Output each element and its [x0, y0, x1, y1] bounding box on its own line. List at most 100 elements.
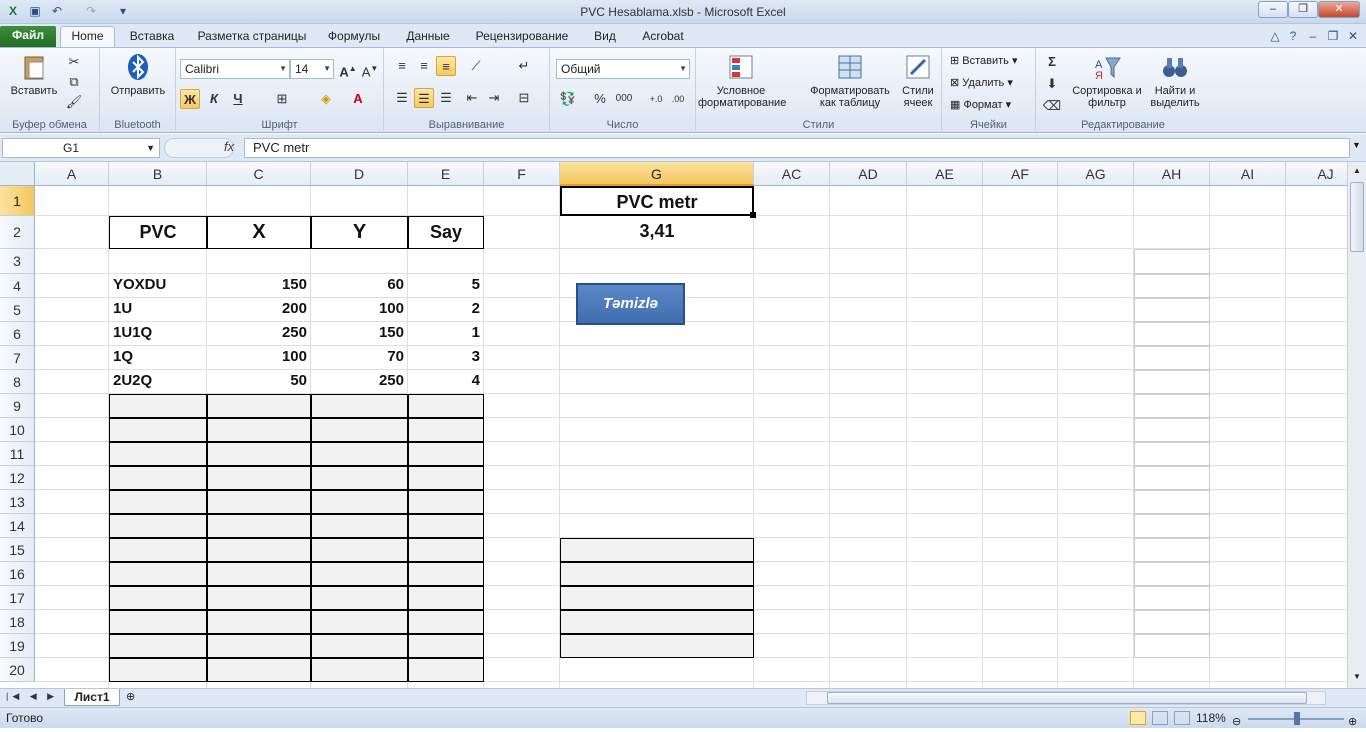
table-header-cell[interactable]: Say — [408, 216, 484, 249]
empty-table-cell[interactable] — [311, 586, 408, 610]
empty-table-cell[interactable] — [408, 538, 484, 562]
font-color-icon[interactable]: A — [348, 89, 368, 109]
empty-table-cell[interactable] — [408, 490, 484, 514]
empty-table-cell[interactable] — [109, 586, 207, 610]
column-header-aj[interactable]: AJ — [1286, 162, 1347, 186]
empty-table-cell[interactable] — [207, 634, 311, 658]
table-cell[interactable]: 250 — [207, 322, 311, 346]
empty-table-cell[interactable] — [408, 658, 484, 682]
table-cell[interactable]: 200 — [207, 298, 311, 322]
row-header-2[interactable]: 2 — [0, 216, 35, 249]
copy-icon[interactable]: ⧉ — [64, 72, 84, 92]
table-cell[interactable]: 150 — [311, 322, 408, 346]
empty-table-cell[interactable] — [207, 442, 311, 466]
column-header-d[interactable]: D — [311, 162, 408, 186]
borders-icon[interactable]: ⊞ — [272, 89, 292, 109]
empty-table-cell[interactable] — [408, 586, 484, 610]
name-box[interactable]: G1 ▼ — [2, 138, 160, 158]
zoom-level[interactable]: 118% — [1196, 708, 1226, 728]
conditional-formatting-button[interactable]: Условное форматирование — [698, 52, 786, 109]
ribbon-minimize-icon[interactable]: △ — [1266, 28, 1284, 45]
table-cell[interactable]: 150 — [207, 274, 311, 298]
sheet-tab[interactable]: Лист1 — [64, 689, 120, 706]
extra-shaded-cell[interactable] — [560, 562, 754, 586]
table-cell[interactable]: YOXDU — [109, 274, 207, 298]
row-header-6[interactable]: 6 — [0, 322, 35, 346]
empty-table-cell[interactable] — [109, 610, 207, 634]
empty-table-cell[interactable] — [207, 586, 311, 610]
workbook-close-icon[interactable]: ✕ — [1344, 28, 1362, 45]
align-middle-icon[interactable]: ≡ — [414, 56, 434, 76]
empty-table-cell[interactable] — [207, 418, 311, 442]
empty-table-cell[interactable] — [207, 610, 311, 634]
row-header-5[interactable]: 5 — [0, 298, 35, 322]
shrink-font-icon[interactable]: A▼ — [360, 59, 380, 79]
row-header-3[interactable]: 3 — [0, 249, 35, 274]
empty-table-cell[interactable] — [311, 490, 408, 514]
column-header-ac[interactable]: AC — [754, 162, 830, 186]
grow-font-icon[interactable]: A▲ — [338, 59, 358, 79]
help-icon[interactable]: ? — [1284, 28, 1302, 45]
align-center-icon[interactable]: ☰ — [414, 88, 434, 108]
row-header-15[interactable]: 15 — [0, 538, 35, 562]
empty-table-cell[interactable] — [109, 562, 207, 586]
column-header-b[interactable]: B — [109, 162, 207, 186]
extra-shaded-cell[interactable] — [560, 634, 754, 658]
sort-filter-button[interactable]: AЯ Сортировка и фильтр — [1072, 52, 1142, 109]
clear-icon[interactable]: ⌫ — [1042, 96, 1062, 116]
empty-table-cell[interactable] — [109, 466, 207, 490]
empty-table-cell[interactable] — [408, 466, 484, 490]
row-header-7[interactable]: 7 — [0, 346, 35, 370]
table-cell[interactable]: 60 — [311, 274, 408, 298]
format-as-table-button[interactable]: Форматировать как таблицу — [804, 52, 896, 109]
delete-cells-button[interactable]: ⊠ Удалить ▾ — [950, 75, 1013, 93]
empty-table-cell[interactable] — [109, 538, 207, 562]
page-break-view-icon[interactable] — [1174, 711, 1190, 725]
select-all-corner[interactable] — [0, 162, 35, 186]
formula-input[interactable]: PVC metr — [244, 138, 1350, 158]
align-bottom-icon[interactable]: ≡ — [436, 56, 456, 76]
table-header-cell[interactable]: Y — [311, 216, 408, 249]
wrap-text-icon[interactable]: ↵ — [514, 56, 534, 76]
insert-sheet-icon[interactable]: ⊕ — [126, 690, 135, 703]
table-cell[interactable]: 1U1Q — [109, 322, 207, 346]
underline-button[interactable]: Ч — [228, 89, 248, 109]
empty-table-cell[interactable] — [109, 658, 207, 682]
empty-table-cell[interactable] — [207, 658, 311, 682]
empty-table-cell[interactable] — [311, 394, 408, 418]
workbook-minimize-icon[interactable]: – — [1304, 28, 1322, 45]
cell-styles-button[interactable]: Стили ячеек — [896, 52, 940, 109]
tab-data[interactable]: Данные — [398, 27, 458, 47]
number-format-select[interactable]: Общий ▼ — [556, 59, 690, 79]
empty-table-cell[interactable] — [207, 490, 311, 514]
row-header-1[interactable]: 1 — [0, 186, 35, 216]
empty-table-cell[interactable] — [109, 514, 207, 538]
tab-acrobat[interactable]: Acrobat — [634, 27, 692, 47]
currency-icon[interactable]: 💱 — [558, 89, 578, 109]
tab-home[interactable]: Home — [60, 26, 115, 47]
column-header-a[interactable]: A — [35, 162, 109, 186]
worksheet-grid[interactable]: A B C D E F G AC AD AE AF AG AH AI AJ 1 2 3 4 5 6 7 8 9 10 11 12 1… — [0, 162, 1347, 688]
table-cell[interactable]: 1Q — [109, 346, 207, 370]
comma-style-button[interactable]: 000 — [614, 89, 634, 109]
align-left-icon[interactable]: ☰ — [392, 88, 412, 108]
column-header-ae[interactable]: AE — [907, 162, 983, 186]
empty-table-cell[interactable] — [109, 418, 207, 442]
empty-table-cell[interactable] — [207, 538, 311, 562]
format-cells-button[interactable]: ▦ Формат ▾ — [950, 97, 1011, 115]
find-select-button[interactable]: Найти и выделить — [1142, 52, 1208, 109]
column-header-af[interactable]: AF — [983, 162, 1058, 186]
empty-table-cell[interactable] — [311, 610, 408, 634]
tab-formulas[interactable]: Формулы — [322, 27, 386, 47]
font-size-select[interactable]: 14 ▼ — [290, 59, 334, 79]
empty-table-cell[interactable] — [311, 658, 408, 682]
vertical-scroll-thumb[interactable] — [1350, 182, 1364, 252]
tab-review[interactable]: Рецензирование — [468, 27, 576, 47]
empty-table-cell[interactable] — [408, 514, 484, 538]
table-cell[interactable]: 4 — [408, 370, 484, 394]
minimize-button[interactable]: – — [1258, 1, 1288, 18]
table-cell[interactable]: 1U — [109, 298, 207, 322]
normal-view-icon[interactable] — [1130, 711, 1146, 725]
percent-button[interactable]: % — [590, 89, 610, 109]
close-button[interactable]: ✕ — [1318, 1, 1360, 18]
